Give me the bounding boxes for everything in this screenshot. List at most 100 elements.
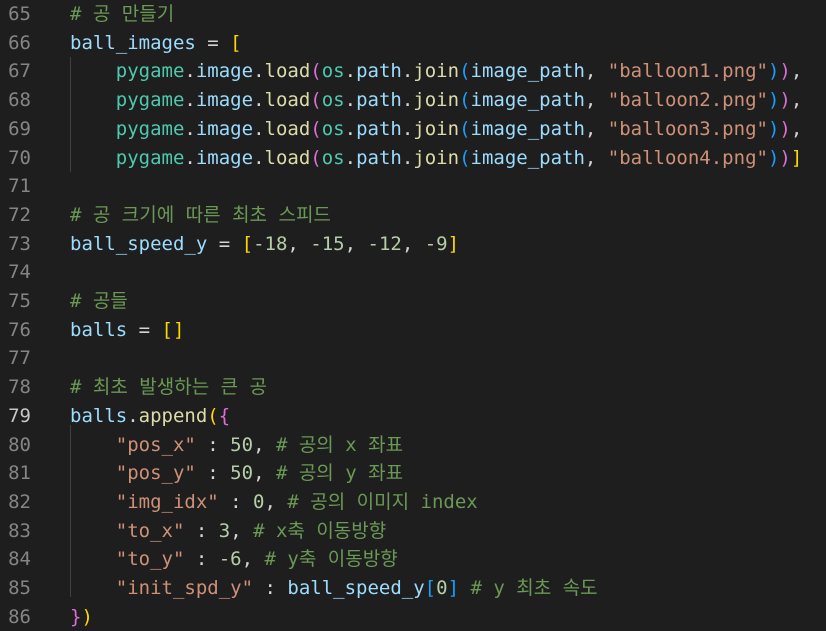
code-token: image_path — [470, 89, 585, 112]
code-token: [ — [424, 577, 437, 599]
code-token: . — [344, 60, 357, 83]
code-text: pygame.image.load(os.path.join(image_pat… — [70, 144, 803, 173]
code-line[interactable]: 85 "init_spd_y" : ball_speed_y[0] # y 최초… — [0, 574, 826, 603]
code-token: join — [413, 60, 460, 83]
code-token: -9 — [424, 232, 448, 255]
line-number: 67 — [8, 60, 31, 83]
code-token: : — [184, 519, 219, 542]
code-token: -18 — [253, 232, 288, 255]
code-text: pygame.image.load(os.path.join(image_pat… — [70, 115, 803, 144]
code-line[interactable]: 72 # 공 크기에 따른 최초 스피드 — [0, 201, 826, 230]
code-token: balls — [70, 318, 128, 341]
code-token: . — [184, 60, 196, 83]
code-token: ( — [310, 146, 322, 169]
code-token: join — [413, 89, 460, 112]
code-token: , — [790, 60, 803, 83]
line-number: 86 — [8, 605, 31, 628]
line-number: 73 — [8, 232, 31, 255]
line-number: 66 — [8, 31, 31, 54]
code-line[interactable]: 71 — [0, 172, 826, 201]
code-line[interactable]: 80 "pos_x" : 50, # 공의 x 좌표 — [0, 431, 826, 460]
code-token: : — [195, 462, 231, 485]
code-token: . — [344, 117, 357, 140]
line-number: 78 — [8, 376, 31, 399]
code-token: load — [264, 89, 311, 112]
code-line[interactable]: 75 # 공들 — [0, 287, 826, 316]
line-number: 82 — [8, 490, 31, 513]
code-token: : — [184, 548, 219, 571]
line-number: 72 — [8, 203, 31, 226]
line-number: 75 — [8, 290, 31, 312]
code-line[interactable]: 82 "img_idx" : 0, # 공의 이미지 index — [0, 488, 826, 517]
code-token: path — [356, 146, 402, 169]
code-token: ) — [767, 117, 780, 140]
code-token: balls — [70, 404, 128, 427]
code-token: . — [184, 146, 196, 169]
code-editor[interactable]: 65 # 공 만들기 66 ball_images = [ 67 pygame.imag… — [0, 0, 826, 628]
code-line[interactable]: 69 pygame.image.load(os.path.join(image_… — [0, 115, 826, 144]
code-line[interactable]: 65 # 공 만들기 — [0, 0, 826, 29]
code-text: # 최초 발생하는 큰 공 — [70, 373, 267, 402]
code-token: path — [356, 60, 402, 83]
code-token: path — [356, 117, 402, 140]
code-token: load — [264, 60, 311, 83]
code-line[interactable]: 83 "to_x" : 3, # x축 이동방향 — [0, 517, 826, 546]
code-token: [] — [161, 318, 185, 341]
code-text: }) — [70, 603, 93, 631]
code-token: 50 — [230, 433, 254, 456]
code-token: # 공 만들기 — [70, 3, 175, 25]
code-token: . — [401, 146, 414, 169]
code-token: . — [253, 146, 265, 169]
code-token: . — [401, 89, 414, 112]
code-token: ) — [81, 605, 93, 628]
code-token: . — [344, 146, 357, 169]
code-token: ( — [310, 89, 322, 112]
code-token: ( — [459, 146, 471, 169]
code-line[interactable]: 70 pygame.image.load(os.path.join(image_… — [0, 144, 826, 173]
code-token: , — [253, 433, 276, 456]
code-token: image — [195, 60, 254, 83]
code-token: . — [344, 89, 357, 112]
code-token: . — [253, 117, 265, 140]
code-token: "balloon3.png" — [607, 117, 768, 140]
code-token: : — [253, 577, 288, 599]
code-text: balls.append({ — [70, 402, 230, 431]
code-token: [ — [241, 232, 254, 255]
code-line[interactable]: 76 balls = [] — [0, 316, 826, 345]
code-line[interactable]: 77 — [0, 344, 826, 373]
code-token: "balloon4.png" — [607, 146, 768, 169]
code-token: image_path — [470, 60, 585, 83]
code-token: 50 — [230, 462, 254, 485]
code-token: . — [127, 404, 139, 427]
code-line[interactable]: 86}) — [0, 603, 826, 631]
code-text: "to_y" : -6, # y축 이동방향 — [70, 545, 398, 574]
code-line[interactable]: 79 balls.append({ — [0, 402, 826, 431]
code-token: , — [584, 117, 608, 140]
code-line[interactable]: 67 pygame.image.load(os.path.join(image_… — [0, 57, 826, 86]
code-token: "pos_x" — [115, 433, 196, 456]
code-token: ( — [310, 60, 322, 83]
code-line[interactable]: 66 ball_images = [ — [0, 29, 826, 58]
code-token: ] — [447, 232, 460, 255]
code-token: { — [218, 404, 231, 427]
code-token: # 공의 y 좌표 — [275, 462, 404, 485]
code-text: "pos_x" : 50, # 공의 x 좌표 — [70, 431, 403, 460]
code-line[interactable]: 73 ball_speed_y = [-18, -15, -12, -9] — [0, 230, 826, 259]
code-line[interactable]: 81 "pos_y" : 50, # 공의 y 좌표 — [0, 459, 826, 488]
line-number: 69 — [8, 117, 31, 140]
code-line[interactable]: 78 # 최초 발생하는 큰 공 — [0, 373, 826, 402]
code-line[interactable]: 68 pygame.image.load(os.path.join(image_… — [0, 86, 826, 115]
code-text: ball_images = [ — [70, 29, 242, 58]
code-line[interactable]: 84 "to_y" : -6, # y축 이동방향 — [0, 545, 826, 574]
code-line[interactable]: 74 — [0, 258, 826, 287]
code-token: image — [195, 89, 254, 112]
code-token: , — [790, 89, 803, 112]
code-text: "img_idx" : 0, # 공의 이미지 index — [70, 488, 478, 517]
code-token: join — [413, 146, 460, 169]
